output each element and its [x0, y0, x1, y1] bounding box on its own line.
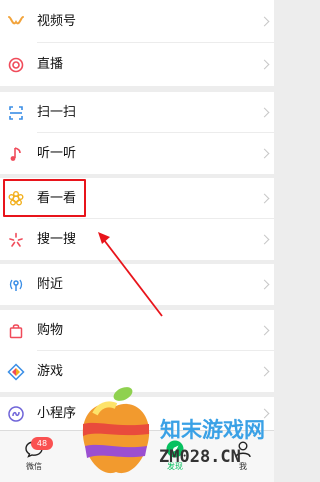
tab-label: 微信: [26, 462, 42, 471]
wechat-discover-screen: 视频号 直播 扫一扫 听一听 看一看 搜一搜 附近 购物 游戏 小程序 微信 发…: [0, 0, 274, 482]
nearby-icon: [7, 276, 25, 294]
scan-icon: [7, 104, 25, 122]
menu-item-label: 听一听: [37, 146, 77, 161]
chevron-right-icon: [259, 366, 270, 377]
menu-item-label: 游戏: [37, 364, 64, 379]
menu-item-shopping[interactable]: 购物: [0, 310, 274, 351]
menu-item-scan[interactable]: 扫一扫: [0, 92, 274, 133]
highlight-box: [3, 179, 86, 217]
menu-item-live[interactable]: 直播: [0, 43, 274, 86]
chevron-right-icon: [259, 193, 270, 204]
menu-group-scan: 扫一扫 听一听: [0, 92, 274, 174]
watermark-domain: ZM028.CN: [159, 447, 241, 467]
chevron-right-icon: [259, 279, 270, 290]
watermark-logo: [82, 387, 150, 474]
menu-item-search[interactable]: 搜一搜: [0, 219, 274, 260]
menu-group-shopping: 购物 游戏: [0, 310, 274, 392]
menu-item-nearby[interactable]: 附近: [0, 264, 274, 305]
search-sparkle-icon: [7, 231, 25, 249]
watermark-title: 知末游戏网: [160, 418, 265, 442]
live-icon: [7, 56, 25, 74]
game-icon: [7, 362, 25, 381]
menu-item-label: 附近: [37, 277, 64, 292]
menu-item-channels[interactable]: 视频号: [0, 0, 274, 43]
chevron-right-icon: [259, 234, 270, 245]
chevron-right-icon: [259, 325, 270, 336]
music-note-icon: [7, 145, 25, 163]
chevron-right-icon: [259, 59, 270, 70]
menu-item-label: 购物: [37, 323, 64, 338]
mini-program-icon: [7, 405, 25, 423]
menu-item-listen[interactable]: 听一听: [0, 133, 274, 174]
chevron-right-icon: [259, 16, 270, 27]
unread-badge: 48: [31, 437, 53, 450]
menu-item-label: 搜一搜: [37, 232, 77, 247]
menu-group-channels: 视频号 直播: [0, 0, 274, 86]
menu-group-nearby: 附近: [0, 264, 274, 305]
chevron-right-icon: [259, 148, 270, 159]
shopping-bag-icon: [7, 322, 25, 340]
menu-item-label: 视频号: [37, 14, 77, 29]
channels-icon: [7, 13, 25, 31]
menu-item-label: 扫一扫: [37, 105, 77, 120]
menu-item-label: 小程序: [37, 406, 77, 421]
chevron-right-icon: [259, 107, 270, 118]
menu-item-label: 直播: [37, 57, 64, 72]
